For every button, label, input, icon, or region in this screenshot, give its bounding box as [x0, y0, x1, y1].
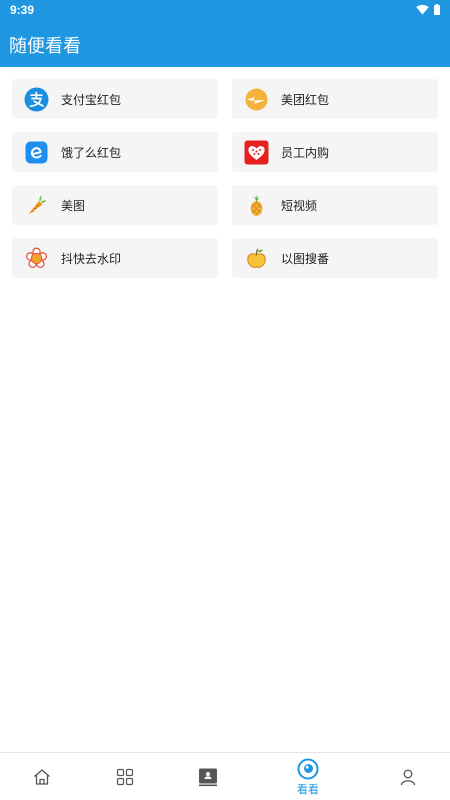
flower-icon [24, 246, 49, 271]
eye-circle-icon [297, 758, 319, 779]
tab-categories[interactable] [80, 753, 170, 800]
app-bar: 随便看看 [0, 21, 450, 67]
tab-profile[interactable] [363, 753, 450, 800]
app-root: 9:39 随便看看 支付宝红包 美团红包 饿了么红包 员工内购 美图 短视频 抖… [0, 0, 450, 800]
card-label: 饿了么红包 [61, 145, 122, 160]
card-label: 支付宝红包 [61, 92, 122, 107]
bottom-navigation: 看看 [0, 752, 450, 800]
tab-library[interactable] [163, 753, 253, 800]
book-icon [199, 768, 217, 787]
card-remove-watermark[interactable]: 抖快去水印 [12, 238, 218, 278]
card-alipay-redpacket[interactable]: 支付宝红包 [12, 79, 218, 119]
home-icon [34, 769, 50, 785]
card-label: 抖快去水印 [61, 251, 122, 266]
card-meituan-redpacket[interactable]: 美团红包 [232, 79, 438, 119]
card-short-video[interactable]: 短视频 [232, 185, 438, 225]
wifi-icon [416, 4, 429, 15]
card-label: 以图搜番 [281, 251, 330, 266]
tab-home[interactable] [0, 753, 87, 800]
status-time: 9:39 [10, 3, 35, 17]
alipay-icon [24, 87, 49, 112]
carrot-icon [24, 193, 49, 218]
card-employee-purchase[interactable]: 员工内购 [232, 132, 438, 172]
card-label: 短视频 [281, 198, 318, 213]
grid-icon [116, 768, 134, 786]
tab-kankan-label: 看看 [297, 782, 319, 796]
card-image-search[interactable]: 以图搜番 [232, 238, 438, 278]
status-icons [416, 4, 440, 15]
tab-kankan[interactable]: 看看 [263, 753, 353, 800]
status-bar: 9:39 [0, 0, 450, 21]
meituan-icon [244, 87, 269, 112]
battery-icon [434, 4, 440, 15]
feature-grid: 支付宝红包 美团红包 饿了么红包 员工内购 美图 短视频 抖快去水印 以图搜番 [12, 79, 438, 278]
card-label: 美图 [61, 198, 86, 213]
card-label: 员工内购 [281, 145, 330, 160]
pineapple-icon [244, 193, 269, 218]
apple-icon [244, 246, 269, 271]
page-title: 随便看看 [9, 36, 81, 57]
card-meitu[interactable]: 美图 [12, 185, 218, 225]
user-icon [400, 769, 416, 786]
card-eleme-redpacket[interactable]: 饿了么红包 [12, 132, 218, 172]
card-label: 美团红包 [281, 92, 330, 107]
heart-shop-icon [244, 140, 269, 165]
eleme-icon [24, 140, 49, 165]
